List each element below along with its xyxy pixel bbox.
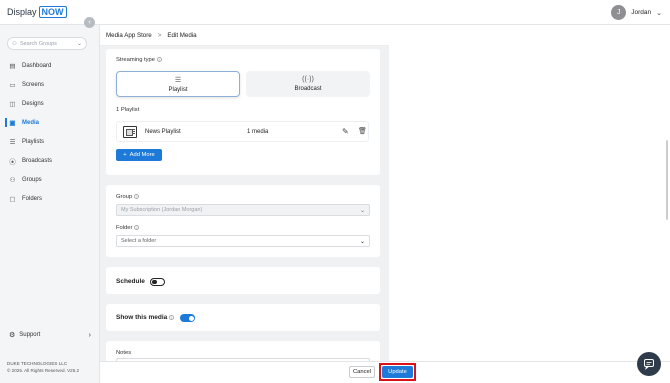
sidebar-item-designs[interactable]: ◫ Designs: [0, 94, 100, 113]
folder-label-text: Folder: [116, 225, 133, 232]
schedule-card: [106, 267, 380, 294]
brand-logo[interactable]: Display NOW: [7, 6, 67, 18]
playlist-icon: ☰: [174, 76, 182, 84]
top-bar: Display NOW J Jordan ⌄: [0, 0, 670, 25]
chevron-down-icon: ⌄: [359, 207, 365, 214]
sidebar-item-broadcasts[interactable]: ⦿ Broadcasts: [0, 151, 100, 170]
schedule-toggle[interactable]: [150, 278, 165, 286]
chevron-left-icon[interactable]: ‹: [88, 19, 90, 26]
chevron-down-icon: ⌄: [359, 238, 365, 245]
avatar[interactable]: J: [611, 5, 627, 20]
breadcrumb-parent[interactable]: Media App Store: [106, 32, 152, 39]
screen-icon: ▭: [9, 81, 16, 89]
copyright: © 2025. All Rights Reserved. V25.2: [7, 367, 80, 373]
groups-icon: ⚇: [9, 176, 16, 184]
plus-icon: +: [123, 152, 127, 158]
info-icon[interactable]: i: [134, 225, 140, 230]
streaming-option-broadcast[interactable]: ((·)) Broadcast: [246, 71, 370, 97]
support-label: Support: [19, 332, 41, 338]
preview-panel: [389, 25, 670, 361]
sidebar-item-screens[interactable]: ▭ Screens: [0, 75, 100, 94]
group-value: My Subscription (Jordan Morgan): [121, 207, 203, 213]
add-more-button[interactable]: + Add More: [116, 149, 162, 161]
breadcrumb: Media App Store > Edit Media: [100, 25, 389, 46]
user-name[interactable]: Jordan: [631, 9, 651, 16]
folder-placeholder: Select a folder: [121, 238, 157, 244]
folder-select[interactable]: Select a folder ⌄: [116, 235, 370, 247]
pencil-icon[interactable]: ✎: [342, 127, 349, 136]
sidebar-item-dashboard[interactable]: ▤ Dashboard: [0, 56, 100, 75]
show-media-text: Show this media: [116, 314, 168, 321]
streaming-option-label: Playlist: [168, 86, 188, 93]
info-icon[interactable]: i: [134, 194, 140, 199]
broadcast-icon: ((·)): [302, 76, 314, 83]
info-icon[interactable]: i: [157, 57, 162, 62]
playlist-media-count: 1 media: [247, 129, 269, 135]
brand-name-part2: NOW: [38, 6, 67, 18]
show-media-toggle[interactable]: [180, 314, 195, 322]
search-placeholder: Search Groups: [19, 40, 57, 47]
chevron-right-icon: ›: [88, 331, 91, 339]
notes-label: Notes: [116, 350, 132, 356]
streaming-option-playlist[interactable]: ☰ Playlist: [116, 71, 240, 97]
sidebar: ‹ ⚇ Search Groups ⌄ ▤ Dashboard ▭ Screen…: [0, 17, 100, 383]
sidebar-item-label: Groups: [22, 176, 42, 183]
chevron-down-icon[interactable]: ⌄: [656, 9, 662, 17]
folder-label: Folder i: [116, 225, 140, 232]
cancel-button[interactable]: Cancel: [349, 366, 375, 378]
gear-icon: ⚙: [9, 332, 16, 339]
info-icon[interactable]: i: [169, 314, 175, 320]
schedule-label: Schedule: [116, 278, 145, 285]
sidebar-item-folders[interactable]: ▢ Folders: [0, 189, 100, 208]
sidebar-item-label: Broadcasts: [22, 157, 53, 164]
sidebar-item-label: Designs: [22, 100, 44, 107]
sidebar-item-label: Folders: [22, 195, 43, 202]
groups-icon: ⚇: [12, 40, 17, 47]
update-button[interactable]: Update: [382, 366, 413, 378]
media-icon: ▣: [9, 119, 16, 127]
playlist-thumbnail-icon: [123, 126, 137, 138]
sidebar-item-label: Playlists: [22, 138, 45, 145]
scrollbar[interactable]: [666, 140, 668, 220]
streaming-type-text: Streaming type: [116, 57, 155, 64]
streaming-option-label: Broadcast: [294, 86, 322, 92]
support-link[interactable]: ⚙ Support ›: [9, 331, 91, 340]
list-item: News Playlist 1 media ✎ 🗑: [116, 121, 369, 142]
collapse-sidebar-button[interactable]: ‹: [84, 17, 95, 28]
add-more-label: Add More: [129, 152, 155, 158]
playlist-icon: ☰: [9, 138, 16, 146]
sidebar-item-playlists[interactable]: ☰ Playlists: [0, 132, 100, 151]
breadcrumb-separator: >: [157, 31, 162, 39]
breadcrumb-current: Edit Media: [167, 31, 197, 39]
group-select: My Subscription (Jordan Morgan) ⌄: [116, 204, 370, 216]
sidebar-item-label: Media: [22, 119, 40, 126]
brand-name-part1: Display: [7, 7, 37, 17]
show-media-label: Show this media i: [116, 314, 175, 321]
design-icon: ◫: [9, 100, 16, 108]
group-label-text: Group: [116, 194, 133, 201]
chat-icon: [644, 359, 654, 370]
group-label: Group i: [116, 194, 140, 201]
trash-icon[interactable]: 🗑: [358, 127, 367, 135]
user-menu[interactable]: J Jordan ⌄: [611, 5, 662, 20]
sidebar-item-groups[interactable]: ⚇ Groups: [0, 170, 100, 189]
search-groups-select[interactable]: ⚇ Search Groups ⌄: [7, 37, 87, 50]
playlist-count: 1 Playlist: [116, 107, 140, 113]
chevron-down-icon: ⌄: [76, 41, 82, 47]
broadcast-icon: ⦿: [9, 158, 16, 166]
streaming-type-label: Streaming type i: [116, 57, 162, 63]
company-info: DUKE TECHNOLOGIES LLC © 2025. All Rights…: [7, 361, 79, 374]
playlist-name: News Playlist: [145, 129, 181, 135]
sidebar-item-media[interactable]: ▣ Media: [0, 113, 100, 132]
sidebar-item-label: Screens: [22, 81, 45, 88]
sidebar-item-label: Dashboard: [22, 62, 52, 69]
chat-button[interactable]: [637, 352, 661, 376]
folder-icon: ▢: [9, 195, 16, 203]
dashboard-icon: ▤: [9, 62, 16, 70]
sidebar-nav: ▤ Dashboard ▭ Screens ◫ Designs ▣ Media …: [0, 56, 100, 208]
